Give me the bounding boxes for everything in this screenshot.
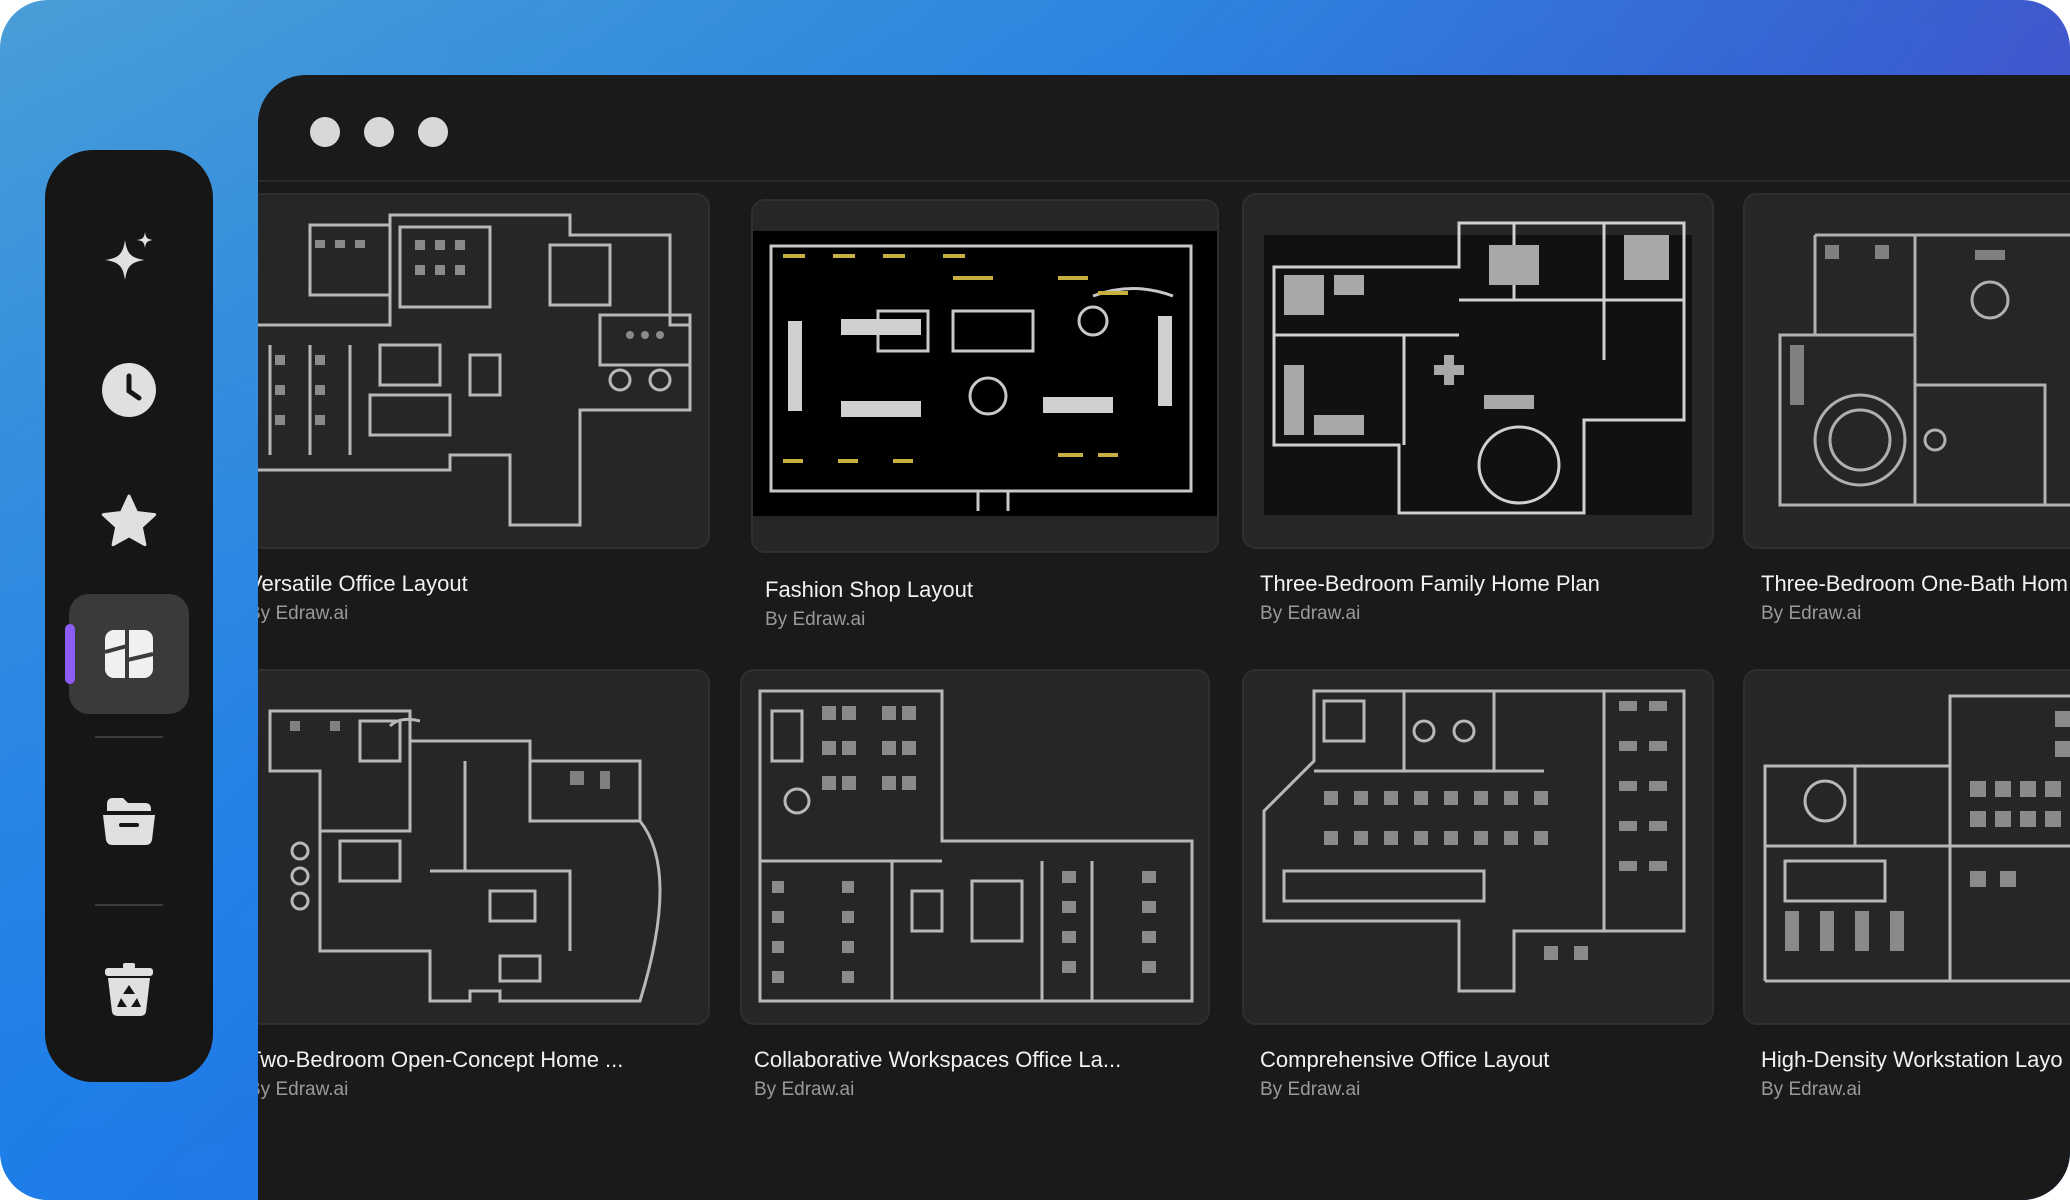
sidebar-divider [95, 904, 163, 906]
ai-sparkle-icon [105, 232, 153, 280]
template-thumbnail [1242, 669, 1714, 1025]
template-thumbnail [258, 193, 710, 549]
template-title[interactable]: Fashion Shop Layout [765, 577, 973, 603]
template-thumbnail [1242, 193, 1714, 549]
sidebar-divider [95, 736, 163, 738]
active-indicator [65, 624, 75, 684]
sidebar-item-ai[interactable] [69, 200, 189, 320]
template-title[interactable]: Versatile Office Layout [258, 571, 468, 597]
window-dot[interactable] [364, 117, 394, 147]
toolbar-divider [258, 180, 2070, 182]
template-title[interactable]: High-Density Workstation Layo [1761, 1047, 2063, 1073]
template-thumbnail [751, 199, 1219, 553]
clock-icon [102, 363, 156, 417]
template-author: By Edraw.ai [1761, 1079, 1862, 1100]
template-author: By Edraw.ai [258, 603, 349, 624]
sidebar-item-recent[interactable] [69, 330, 189, 450]
template-author: By Edraw.ai [1260, 1079, 1361, 1100]
template-title[interactable]: Comprehensive Office Layout [1260, 1047, 1549, 1073]
template-thumbnail [1743, 193, 2070, 549]
template-card[interactable]: Collaborative Workspaces Office La... By… [740, 669, 1210, 1139]
window-dot[interactable] [418, 117, 448, 147]
star-icon [101, 494, 157, 547]
template-card[interactable]: Three-Bedroom One-Bath Hom By Edraw.ai [1743, 193, 2070, 663]
template-title[interactable]: Two-Bedroom Open-Concept Home ... [258, 1047, 623, 1073]
template-gallery-window: Versatile Office Layout By Edraw.ai Fash… [258, 75, 2070, 1200]
template-card[interactable]: Fashion Shop Layout By Edraw.ai [751, 199, 1219, 669]
template-card[interactable]: Three-Bedroom Family Home Plan By Edraw.… [1242, 193, 1714, 663]
sidebar-item-files[interactable] [69, 760, 189, 880]
template-author: By Edraw.ai [1260, 603, 1361, 624]
template-card[interactable]: Comprehensive Office Layout By Edraw.ai [1242, 669, 1714, 1139]
templates-icon [104, 630, 154, 678]
recycle-bin-icon [105, 963, 153, 1016]
sidebar-item-recycle-bin[interactable] [69, 928, 189, 1048]
background-gradient: Versatile Office Layout By Edraw.ai Fash… [0, 0, 2070, 1200]
sidebar-item-favorites[interactable] [69, 462, 189, 582]
window-dot[interactable] [310, 117, 340, 147]
sidebar-rail [45, 150, 213, 1082]
template-thumbnail [258, 669, 710, 1025]
template-thumbnail [1743, 669, 2070, 1025]
template-thumbnail [740, 669, 1210, 1025]
template-author: By Edraw.ai [1761, 603, 1862, 624]
template-author: By Edraw.ai [258, 1079, 349, 1100]
sidebar-item-templates[interactable] [65, 594, 189, 714]
template-author: By Edraw.ai [754, 1079, 855, 1100]
template-author: By Edraw.ai [765, 609, 866, 630]
folder-icon [103, 798, 155, 845]
template-card[interactable]: Two-Bedroom Open-Concept Home ... By Edr… [258, 669, 710, 1139]
template-title[interactable]: Three-Bedroom One-Bath Hom [1761, 571, 2068, 597]
template-title[interactable]: Three-Bedroom Family Home Plan [1260, 571, 1600, 597]
template-card[interactable]: Versatile Office Layout By Edraw.ai [258, 193, 710, 663]
template-title[interactable]: Collaborative Workspaces Office La... [754, 1047, 1121, 1073]
template-card[interactable]: High-Density Workstation Layo By Edraw.a… [1743, 669, 2070, 1139]
